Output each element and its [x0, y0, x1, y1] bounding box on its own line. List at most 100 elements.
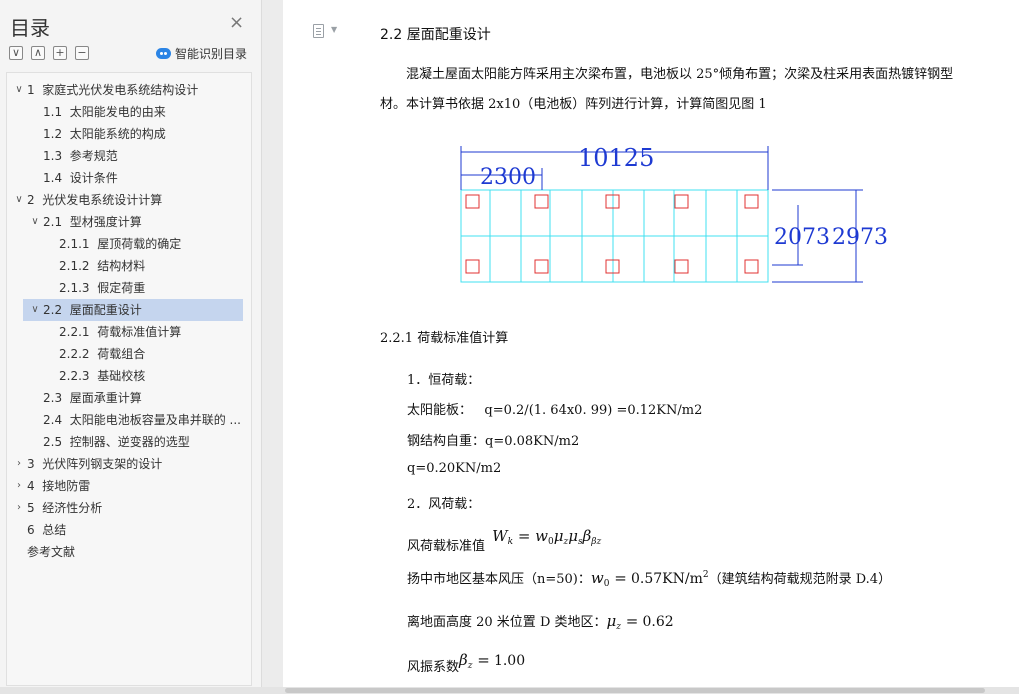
panel-grid [460, 189, 769, 283]
height-line: 离地面高度 20 米位置 D 类地区：μz = 0.62 [407, 611, 674, 632]
solar-panel-line: 太阳能板： q=0.2/(1. 64x0. 99) =0.12KN/m2 [407, 399, 702, 418]
toc-item[interactable]: 2.4 太阳能电池板容量及串并联的 ... [7, 409, 251, 431]
chevron-down-icon[interactable]: ▼ [331, 25, 337, 34]
section-heading: 2.2 屋面配重设计 [380, 27, 491, 43]
support-markers [465, 194, 759, 274]
toc-item[interactable]: 2.2.1 荷载标准值计算 [7, 321, 251, 343]
toc-item[interactable]: 2.3 屋面承重计算 [7, 387, 251, 409]
toc-item[interactable]: ∨ 2 光伏发电系统设计计算 [7, 189, 251, 211]
dim-label-depth-inner: 2073 [774, 225, 830, 250]
wind-load-title: 2．风荷载： [407, 497, 481, 512]
height-value: 0.62 [642, 614, 674, 630]
basic-wind-value: 0.57KN/m [630, 571, 703, 587]
support-marker [534, 194, 549, 209]
toc-item[interactable]: › 4 接地防雷 [7, 475, 251, 497]
toc-item[interactable]: 1.4 设计条件 [7, 167, 251, 189]
chevron-right-icon[interactable]: › [13, 497, 25, 519]
solar-panel-value: q=0.2/(1. 64x0. 99) =0.12KN/m2 [484, 403, 703, 418]
chevron-down-icon[interactable]: ∨ [13, 79, 25, 101]
smart-toc-label: 智能识别目录 [175, 47, 248, 61]
document-outline-icon[interactable] [313, 24, 324, 38]
toc-item[interactable]: 2.2.2 荷载组合 [7, 343, 251, 365]
collapse-all-icon[interactable]: ∨ [9, 46, 23, 60]
toc-item-label: 经济性分析 [42, 501, 103, 515]
toc-item-label: 光伏发电系统设计计算 [42, 193, 163, 207]
support-marker [534, 259, 549, 274]
support-marker [465, 259, 480, 274]
chevron-down-icon[interactable]: ∨ [29, 299, 41, 321]
toc-item-label: 参考文献 [27, 545, 76, 559]
toc-item-number: 4 [27, 479, 35, 493]
toc-item-number: 2.3 [43, 391, 63, 405]
toc-item-number: 5 [27, 501, 35, 515]
toc-item-label: 控制器、逆变器的选型 [69, 435, 190, 449]
toc-item-label: 结构材料 [97, 259, 146, 273]
support-marker [674, 259, 689, 274]
gust-value: 1.00 [493, 653, 526, 669]
gust-line: 风振系数βz = 1.00 [407, 650, 526, 675]
expand-up-icon[interactable]: ∧ [31, 46, 45, 60]
toc-item-number: 2.2.3 [59, 369, 90, 383]
height-symbol: μz = [606, 612, 639, 632]
toc-item[interactable]: 参考文献 [7, 541, 251, 563]
toc-item-number: 1.1 [43, 105, 63, 119]
toc-item-number: 1.4 [43, 171, 63, 185]
toc-item-label: 基础校核 [97, 369, 146, 383]
toc-item[interactable]: 2.5 控制器、逆变器的选型 [7, 431, 251, 453]
toc-item-number: 2.2.1 [59, 325, 90, 339]
remove-heading-icon[interactable]: − [75, 46, 89, 60]
toc-item-label: 参考规范 [69, 149, 118, 163]
close-icon[interactable]: × [229, 14, 244, 32]
toc-item-number: 1.3 [43, 149, 63, 163]
wind-std-formula: Wk = w0μzμsββz [492, 527, 602, 547]
toc-item[interactable]: › 3 光伏阵列钢支架的设计 [7, 453, 251, 475]
toc-item[interactable]: › 5 经济性分析 [7, 497, 251, 519]
support-marker [465, 194, 480, 209]
basic-wind-label: 扬中市地区基本风压（n=50)： [407, 572, 591, 587]
array-layout-diagram: 10125 2300 2073 2973 [460, 144, 888, 283]
scrollbar-thumb[interactable] [285, 688, 985, 693]
sidebar-title: 目录 [10, 16, 50, 40]
toc-item[interactable]: 1.2 太阳能系统的构成 [7, 123, 251, 145]
toc-item-number: 2.2.2 [59, 347, 90, 361]
toc-item[interactable]: 2.1.2 结构材料 [7, 255, 251, 277]
chevron-right-icon[interactable]: › [13, 475, 25, 497]
subheading: 2.2.1 荷载标准值计算 [380, 331, 509, 346]
height-label: 离地面高度 20 米位置 D 类地区： [407, 615, 607, 630]
dead-load-total: q=0.20KN/m2 [407, 461, 502, 476]
toc-item-number: 2.1.3 [59, 281, 90, 295]
toc-item[interactable]: ∨ 2.2 屋面配重设计 [23, 299, 243, 321]
toc-item-label: 太阳能发电的由来 [69, 105, 166, 119]
toc-item[interactable]: 2.1.3 假定荷重 [7, 277, 251, 299]
toc-item-label: 设计条件 [69, 171, 118, 185]
chevron-right-icon[interactable]: › [13, 453, 25, 475]
basic-wind-ref: （建筑结构荷载规范附录 D.4） [708, 572, 892, 587]
toc-item-number: 2.5 [43, 435, 63, 449]
toc-item-label: 屋面配重设计 [69, 303, 142, 317]
toc-item[interactable]: 2.1.1 屋顶荷载的确定 [7, 233, 251, 255]
basic-wind-line: 扬中市地区基本风压（n=50)：w0 = 0.57KN/m2（建筑结构荷载规范附… [407, 568, 891, 589]
wind-std-label: 风荷载标准值 [407, 539, 486, 554]
gust-label: 风振系数 [407, 660, 460, 675]
toc-item[interactable]: 6 总结 [7, 519, 251, 541]
add-heading-icon[interactable]: + [53, 46, 67, 60]
solar-panel-label: 太阳能板： [407, 403, 473, 418]
toc-item[interactable]: 2.2.3 基础校核 [7, 365, 251, 387]
dim-label-total: 10125 [578, 144, 654, 172]
toc-item-number: 2.1.1 [59, 237, 90, 251]
chevron-down-icon[interactable]: ∨ [29, 211, 41, 233]
support-marker [744, 259, 759, 274]
toc-item[interactable]: ∨ 1 家庭式光伏发电系统结构设计 [7, 79, 251, 101]
basic-wind-symbol: w0 = [590, 569, 627, 589]
toc-item[interactable]: 1.3 参考规范 [7, 145, 251, 167]
chevron-down-icon[interactable]: ∨ [13, 189, 25, 211]
smart-toc-button[interactable]: 智能识别目录 [156, 45, 247, 62]
horizontal-scrollbar[interactable] [0, 687, 1019, 694]
toc-item-label: 总结 [42, 523, 67, 537]
dead-load-title: 1．恒荷载： [407, 373, 481, 388]
toc-item-label: 屋面承重计算 [69, 391, 142, 405]
toc-item[interactable]: 1.1 太阳能发电的由来 [7, 101, 251, 123]
toc-item[interactable]: ∨ 2.1 型材强度计算 [7, 211, 251, 233]
toc-item-number: 2 [27, 193, 35, 207]
toc-sidebar: 目录 × ∨ ∧ + − 智能识别目录 ∨ 1 家庭式光伏发电系统结构设计 1.1 … [0, 0, 262, 694]
